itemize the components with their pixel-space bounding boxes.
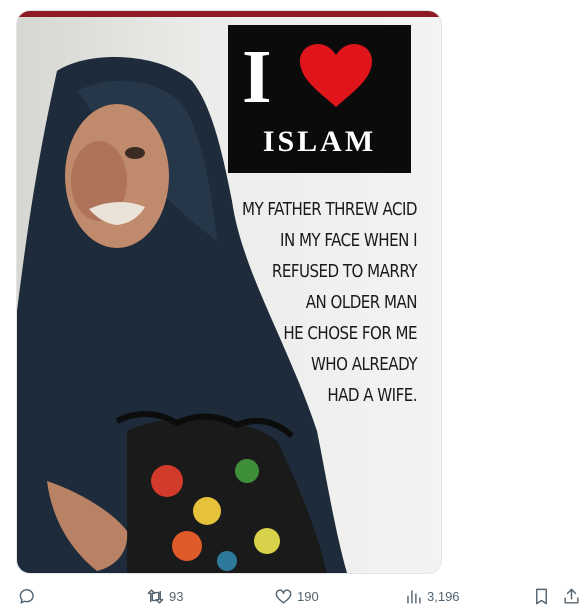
views-icon [407, 589, 421, 604]
repost-count: 93 [169, 588, 184, 604]
badge-letter: I [242, 35, 272, 119]
caption-line: in my face when I [280, 231, 417, 251]
badge-word: ISLAM [262, 125, 377, 158]
share-icon [564, 588, 579, 604]
reply-button[interactable] [18, 582, 37, 610]
heart-icon [300, 44, 372, 107]
repost-button[interactable]: 93 [146, 582, 183, 610]
views-button[interactable]: 3,196 [404, 582, 460, 610]
bookmark-button[interactable] [532, 582, 551, 610]
repost-icon [147, 588, 164, 604]
post-action-bar: 93 190 3,196 [0, 582, 585, 610]
reply-icon [19, 588, 34, 604]
image-caption: My father threw acid in my face when I r… [228, 195, 418, 412]
caption-line: My father threw acid [241, 200, 418, 220]
like-count: 190 [297, 588, 319, 604]
caption-line: had a wife. [327, 386, 417, 406]
caption-line: refused to marry [271, 262, 418, 282]
caption-line: he chose for me [283, 324, 417, 344]
bookmark-icon [536, 588, 547, 604]
post-image[interactable]: I ISLAM My father threw acid in my face … [16, 10, 442, 574]
caption-line: an older man [305, 293, 418, 313]
share-button[interactable] [562, 582, 581, 610]
like-button[interactable]: 190 [274, 582, 319, 610]
caption-line: who already [310, 355, 418, 375]
heart-outline-icon [275, 588, 292, 604]
views-count: 3,196 [427, 588, 460, 604]
i-love-islam-badge: I ISLAM [228, 25, 411, 173]
